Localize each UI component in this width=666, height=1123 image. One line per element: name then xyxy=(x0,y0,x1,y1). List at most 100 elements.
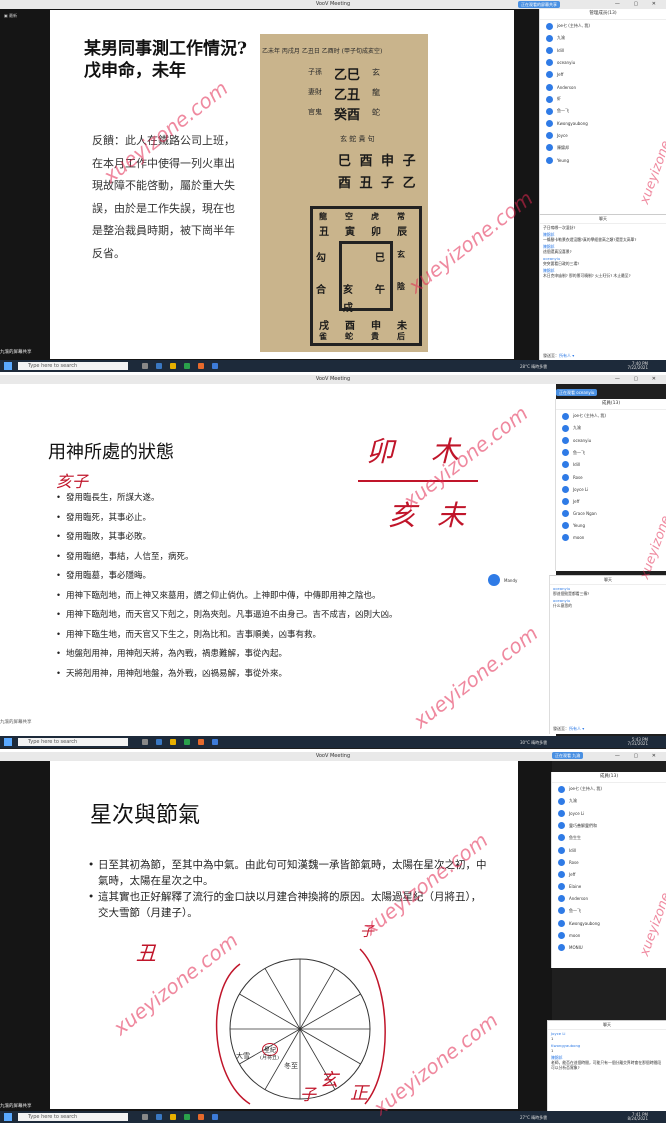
app-icon[interactable] xyxy=(156,739,162,745)
divination-board: 乙未年 丙戌月 乙丑日 乙酉时 (甲子旬成亥空) 子孫 乙巳玄妻財 乙丑龍官鬼 癸酉蛇… xyxy=(260,34,428,352)
participant-row[interactable]: Jeff xyxy=(552,868,666,880)
app-icon[interactable] xyxy=(198,363,204,369)
avatar xyxy=(546,83,553,91)
windows-start-icon[interactable] xyxy=(4,362,12,370)
app-icon[interactable] xyxy=(198,1114,204,1120)
participant-row[interactable]: Yeung xyxy=(540,154,666,166)
participant-row[interactable]: 鱼一飞 xyxy=(556,447,666,459)
app-icon[interactable] xyxy=(156,1114,162,1120)
wechat-icon[interactable] xyxy=(184,739,190,745)
participant-row[interactable]: Kwongyaubong xyxy=(540,118,666,130)
windows-start-icon[interactable] xyxy=(4,1113,12,1121)
share-status[interactable]: 正在观看的屏幕共享 xyxy=(518,1,560,8)
avatar xyxy=(546,132,553,140)
system-clock[interactable]: 5:43 PM 7/31/2021 xyxy=(627,738,648,746)
participant-row[interactable]: Idill xyxy=(556,459,666,471)
weather[interactable]: 30°C 晴時多雲 xyxy=(520,740,547,746)
avatar xyxy=(562,485,569,493)
participant-row[interactable]: 靈巧善解靈們和 xyxy=(552,820,666,832)
avatar xyxy=(558,919,565,927)
participant-name: Joyce Li xyxy=(569,810,585,816)
participant-row[interactable]: Jeff xyxy=(556,495,666,507)
participant-row[interactable]: 九渝 xyxy=(540,32,666,44)
participant-row[interactable]: Jeff xyxy=(540,69,666,81)
participant-row[interactable]: moon xyxy=(552,929,666,941)
participant-row[interactable]: joe七 (主持人, 我) xyxy=(556,410,666,422)
participant-name: Rose xyxy=(573,474,583,480)
taskbar-search[interactable]: Type here to search xyxy=(18,1113,128,1121)
share-status[interactable]: 正在观看 九渝 xyxy=(552,752,584,759)
participant-name: Kwongyaubong xyxy=(557,121,588,127)
voov-icon[interactable] xyxy=(212,363,218,369)
participant-row[interactable]: joe七 (主持人, 我) xyxy=(540,20,666,32)
participant-row[interactable]: Kwongyaubong xyxy=(552,917,666,929)
windows-start-icon[interactable] xyxy=(4,738,12,746)
participant-row[interactable]: Idill xyxy=(540,44,666,56)
handwritten-annotation: 子 xyxy=(300,1085,317,1104)
participant-row[interactable]: oceanyiu xyxy=(540,57,666,69)
participant-row[interactable]: 九渝 xyxy=(552,795,666,807)
participant-row[interactable]: joe七 (主持人, 我) xyxy=(552,783,666,795)
participant-row[interactable]: moon xyxy=(556,532,666,544)
app-icon[interactable] xyxy=(156,363,162,369)
participant-row[interactable]: Rose xyxy=(552,856,666,868)
avatar xyxy=(546,46,553,54)
avatar xyxy=(562,497,569,505)
chat-footer[interactable]: 發送至：所有人 ▾ xyxy=(553,726,584,732)
folder-icon[interactable] xyxy=(170,739,176,745)
participant-row[interactable]: Joyce xyxy=(540,130,666,142)
participant-row[interactable]: oceanyiu xyxy=(556,434,666,446)
chat-footer[interactable]: 發送至：所有人 ▾ xyxy=(543,353,574,359)
task-view-icon[interactable] xyxy=(142,1114,148,1120)
participant-row[interactable]: 虾 xyxy=(540,93,666,105)
participant-row[interactable]: 陳錦邦 xyxy=(540,142,666,154)
participant-row[interactable]: Grace Ngan xyxy=(556,508,666,520)
participant-row[interactable]: Yeung xyxy=(556,520,666,532)
folder-icon[interactable] xyxy=(170,1114,176,1120)
participant-row[interactable]: Anderson xyxy=(552,893,666,905)
slide-title: 用神所處的狀態 xyxy=(48,442,174,463)
system-clock[interactable]: 7:41 PM 8/24/2021 xyxy=(627,1113,648,1121)
chat-target-select[interactable]: 所有人 xyxy=(559,353,571,358)
system-clock[interactable]: 7:40 PM 7/22/2021 xyxy=(627,362,648,370)
participant-row[interactable]: Joyce Li xyxy=(556,483,666,495)
window-controls[interactable]: — ▢ ✕ xyxy=(615,375,662,384)
taskbar: Type here to search 30°C 晴時多雲 5:43 PM 7/3… xyxy=(0,736,666,748)
avatar xyxy=(562,473,569,481)
participant-row[interactable]: 鱼一飞 xyxy=(552,905,666,917)
window-controls[interactable]: — ▢ ✕ xyxy=(615,0,662,9)
clock-date: 7/31/2021 xyxy=(627,741,648,746)
window-controls[interactable]: — ▢ ✕ xyxy=(615,752,662,761)
voov-icon[interactable] xyxy=(212,739,218,745)
weather[interactable]: 27°C 晴時多雲 xyxy=(520,1115,547,1121)
board-pillar: 乙丑 xyxy=(334,88,361,103)
participant-name: Kwongyaubong xyxy=(569,920,600,926)
folder-icon[interactable] xyxy=(170,363,176,369)
title-line-2: 戊申命，未年 xyxy=(84,61,186,81)
wechat-icon[interactable] xyxy=(184,1114,190,1120)
participant-row[interactable]: Idill xyxy=(552,844,666,856)
participant-name: MONIU xyxy=(569,945,583,951)
weather[interactable]: 28°C 晴時多雲 xyxy=(520,364,547,370)
chat-target-select[interactable]: 所有人 xyxy=(569,726,581,731)
participant-row[interactable]: Rose xyxy=(556,471,666,483)
taskbar-search[interactable]: Type here to search xyxy=(18,738,128,746)
app-icon[interactable] xyxy=(198,739,204,745)
task-view-icon[interactable] xyxy=(142,363,148,369)
participant-row[interactable]: 九渝 xyxy=(556,422,666,434)
participant-row[interactable]: MONIU xyxy=(552,941,666,953)
taskbar-search[interactable]: Type here to search xyxy=(18,362,128,370)
participant-row[interactable]: 鱼一飞 xyxy=(540,105,666,117)
share-status[interactable]: 正在观看 oceanyiu xyxy=(556,389,598,396)
avatar xyxy=(546,144,553,152)
grid-cell: 勾 xyxy=(316,253,326,264)
wechat-icon[interactable] xyxy=(184,363,190,369)
task-view-icon[interactable] xyxy=(142,739,148,745)
participant-row[interactable]: Anderson xyxy=(540,81,666,93)
participant-row[interactable]: Elaine xyxy=(552,881,666,893)
participant-row[interactable]: 鱼生生 xyxy=(552,832,666,844)
chat-message: 陳錦邦 一條腳卡勒景衣燈沒體?真的學經書高之類?還是太高單? xyxy=(540,231,666,243)
participant-row[interactable]: Joyce Li xyxy=(552,807,666,819)
participant-tile[interactable]: Mandy xyxy=(488,574,517,586)
voov-icon[interactable] xyxy=(212,1114,218,1120)
